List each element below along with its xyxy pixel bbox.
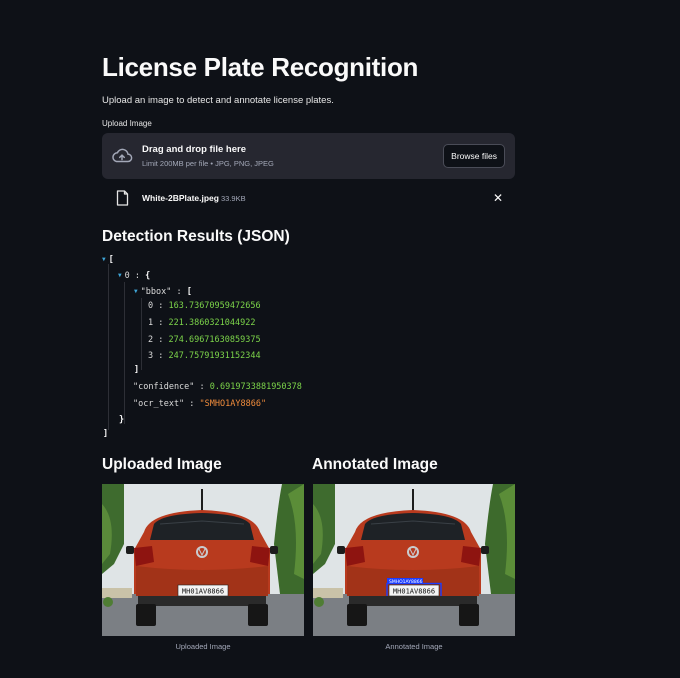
file-dropzone[interactable]: Drag and drop file here Limit 200MB per …	[102, 133, 515, 179]
collapse-arrow-icon[interactable]: ▼	[102, 256, 106, 263]
browse-files-button[interactable]: Browse files	[443, 144, 505, 168]
collapse-arrow-icon[interactable]: ▼	[118, 272, 122, 279]
json-confidence-line: "confidence" : 0.6919733881950378	[133, 382, 302, 392]
uploaded-file-row: White-2BPlate.jpeg 33.9KB ✕	[102, 188, 515, 208]
car-photo: MH01AV8866	[102, 484, 304, 636]
annotated-image-caption: Annotated Image	[385, 642, 443, 651]
uploaded-image-caption: Uploaded Image	[175, 642, 231, 651]
annotated-image-heading: Annotated Image	[312, 456, 438, 473]
annotated-car-photo: MH01AV8866 SMHO1AY8866	[313, 484, 515, 636]
json-ocr-line: "ocr_text" : "SMHO1AY8866"	[133, 399, 267, 409]
annotated-image: MH01AV8866 SMHO1AY8866	[313, 484, 515, 636]
dropzone-title: Drag and drop file here	[142, 144, 246, 155]
detection-label: SMHO1AY8866	[389, 579, 423, 585]
json-bbox-value: 3 : 247.75791931152344	[148, 351, 261, 361]
uploaded-image: MH01AV8866	[102, 484, 304, 636]
json-guide	[108, 264, 109, 430]
cloud-upload-icon	[112, 148, 133, 163]
page-title: License Plate Recognition	[102, 52, 419, 82]
json-bbox-value: 0 : 163.73670959472656	[148, 301, 261, 311]
results-heading: Detection Results (JSON)	[102, 228, 290, 245]
json-item-close: }	[119, 415, 125, 425]
json-item-line[interactable]: ▼ 0 : {	[118, 270, 150, 282]
json-bbox-line[interactable]: ▼ "bbox" : [	[134, 286, 192, 298]
json-guide	[141, 298, 142, 370]
file-name: White-2BPlate.jpeg	[142, 193, 219, 203]
file-icon	[116, 190, 129, 206]
collapse-arrow-icon[interactable]: ▼	[134, 288, 138, 295]
upload-label: Upload Image	[102, 119, 152, 128]
file-size: 33.9KB	[221, 194, 246, 203]
json-guide	[124, 282, 125, 424]
page-subtitle: Upload an image to detect and annotate l…	[102, 95, 334, 106]
json-root-line[interactable]: ▼[	[102, 254, 114, 266]
uploaded-image-heading: Uploaded Image	[102, 456, 222, 473]
json-bbox-value: 1 : 221.3860321044922	[148, 318, 256, 328]
json-bbox-close: ]	[134, 365, 140, 375]
dropzone-limit: Limit 200MB per file • JPG, PNG, JPEG	[142, 159, 274, 168]
remove-file-icon[interactable]: ✕	[493, 192, 503, 204]
json-root-close: ]	[103, 429, 109, 439]
svg-text:MH01AV8866: MH01AV8866	[393, 588, 435, 596]
svg-text:MH01AV8866: MH01AV8866	[182, 588, 224, 596]
json-bbox-value: 2 : 274.69671630859375	[148, 335, 261, 345]
